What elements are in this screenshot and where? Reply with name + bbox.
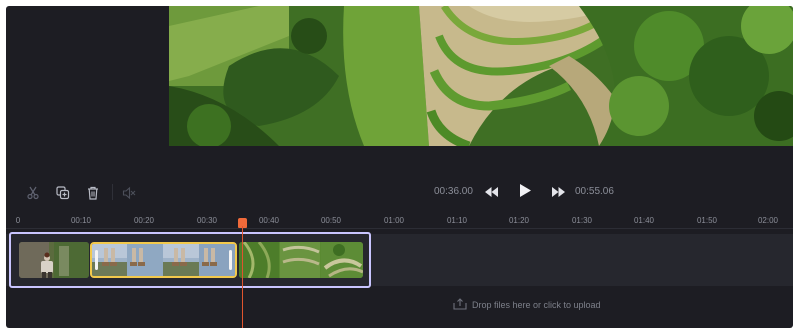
tick-label: 01:20 <box>508 216 530 225</box>
volume-mute-icon <box>122 186 136 200</box>
rewind-button[interactable] <box>480 182 502 204</box>
duplicate-button[interactable] <box>52 182 74 204</box>
rewind-icon <box>484 184 498 202</box>
clip-group-highlight <box>9 232 371 288</box>
tick-label: 00:40 <box>258 216 280 225</box>
upload-dropzone[interactable]: Drop files here or click to upload <box>453 298 601 312</box>
tick-label: 01:30 <box>571 216 593 225</box>
ruler-divider <box>6 228 793 229</box>
tick-label: 01:50 <box>696 216 718 225</box>
tick-label: 01:10 <box>446 216 468 225</box>
tick-label: 01:00 <box>383 216 405 225</box>
playhead[interactable] <box>242 226 243 328</box>
video-preview <box>169 6 793 146</box>
video-editor: 00:36.00 00:55.06 0 00:10 00:20 00:30 00… <box>6 6 793 328</box>
toolbar-divider <box>112 184 113 200</box>
tick-label: 02:00 <box>757 216 779 225</box>
fast-forward-icon <box>551 184 565 202</box>
total-time: 00:55.06 <box>575 186 614 197</box>
play-icon <box>519 184 531 202</box>
tick-label: 00:10 <box>70 216 92 225</box>
timeline-ruler[interactable]: 0 00:10 00:20 00:30 00:40 00:50 01:00 01… <box>6 212 793 234</box>
duplicate-icon <box>56 186 70 200</box>
tick-label: 0 <box>15 216 21 225</box>
mute-button[interactable] <box>118 182 140 204</box>
tick-label: 00:50 <box>320 216 342 225</box>
trash-icon <box>86 186 100 200</box>
video-track[interactable] <box>6 232 793 288</box>
current-time: 00:36.00 <box>434 186 473 197</box>
delete-button[interactable] <box>82 182 104 204</box>
scissors-icon <box>26 186 40 200</box>
fast-forward-button[interactable] <box>547 182 569 204</box>
tick-label: 01:40 <box>633 216 655 225</box>
upload-label: Drop files here or click to upload <box>472 300 601 310</box>
upload-icon <box>453 298 467 312</box>
tick-label: 00:20 <box>133 216 155 225</box>
play-button[interactable] <box>514 182 536 204</box>
split-button[interactable] <box>22 182 44 204</box>
tick-label: 00:30 <box>196 216 218 225</box>
